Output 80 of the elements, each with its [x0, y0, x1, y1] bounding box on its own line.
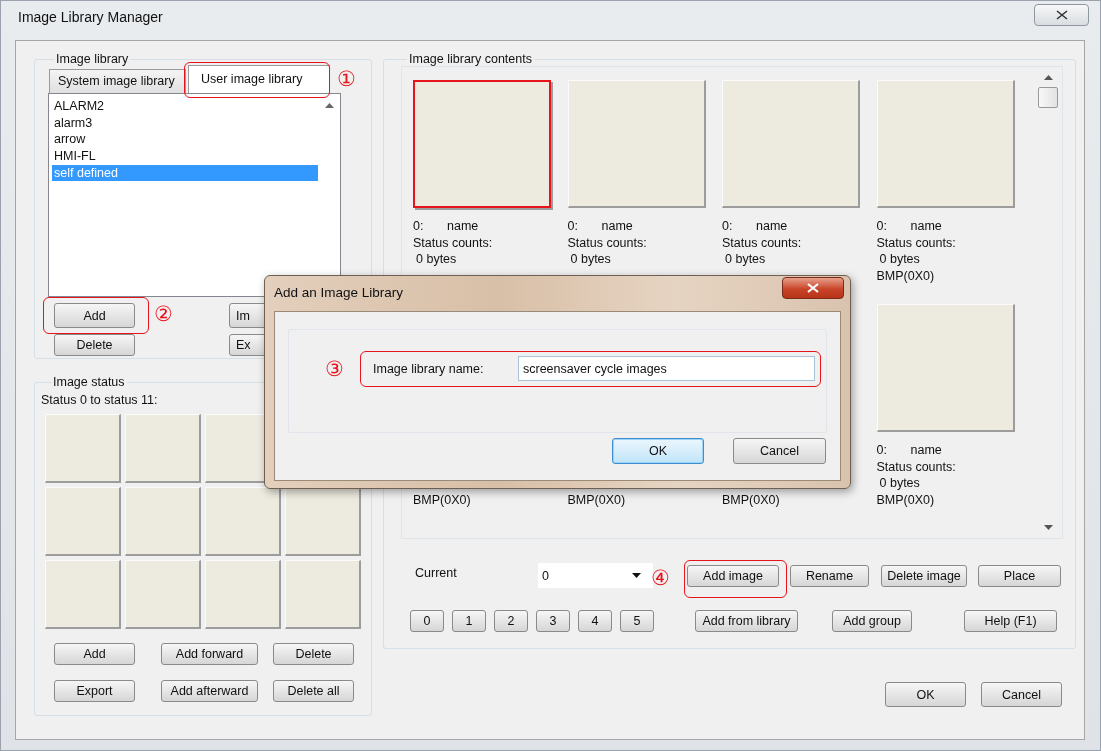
- push-button[interactable]: Delete: [273, 643, 354, 665]
- push-button[interactable]: Add: [54, 303, 135, 328]
- push-button[interactable]: Rename: [790, 564, 869, 587]
- format-label: BMP(0X0): [876, 493, 935, 508]
- caret-icon: [632, 573, 641, 578]
- index-label: 0:: [413, 218, 425, 235]
- scroll-up-icon: [324, 103, 334, 108]
- step-number: ①: [337, 67, 356, 91]
- push-button[interactable]: Delete image: [881, 564, 967, 587]
- current-label: Current: [415, 566, 458, 580]
- step-number: ③: [325, 357, 344, 381]
- name-label: name: [756, 219, 788, 233]
- push-button[interactable]: OK: [612, 438, 704, 464]
- push-button[interactable]: Help (F1): [964, 610, 1057, 632]
- group-title: Image status: [52, 375, 126, 389]
- push-button[interactable]: Delete all: [273, 680, 354, 702]
- name-label: name: [447, 219, 479, 233]
- push-button[interactable]: Place: [978, 564, 1061, 587]
- list-item[interactable]: arrow: [52, 131, 318, 149]
- push-button[interactable]: Add forward: [161, 643, 258, 665]
- push-button[interactable]: 4: [578, 610, 612, 632]
- name-label: name: [601, 219, 633, 233]
- status-label: Status counts:: [722, 235, 802, 250]
- list-item[interactable]: alarm3: [52, 114, 318, 132]
- push-button[interactable]: Delete: [54, 334, 135, 356]
- current-dropdown[interactable]: 0: [538, 563, 653, 588]
- name-label: name: [910, 219, 942, 233]
- field-label: Image library name:: [373, 361, 485, 376]
- status-label: Status counts:: [567, 235, 647, 250]
- push-button[interactable]: Cancel: [981, 682, 1062, 707]
- step-number: ②: [154, 302, 173, 326]
- scroll-thumb[interactable]: [1038, 87, 1058, 108]
- push-button[interactable]: Add afterward: [161, 680, 258, 702]
- size-label: 0 bytes: [879, 252, 920, 267]
- dialog-title: Add an Image Library: [274, 284, 405, 300]
- scroll-down-icon: [1043, 525, 1053, 530]
- list-item[interactable]: ALARM2: [52, 98, 318, 115]
- close-icon: [1055, 9, 1068, 20]
- push-button[interactable]: 0: [410, 610, 444, 632]
- format-label: BMP(0X0): [413, 493, 471, 508]
- size-label: 0 bytes: [416, 252, 457, 267]
- group-title: Image library contents: [408, 52, 533, 66]
- name-field[interactable]: screensaver cycle images: [518, 356, 815, 381]
- format-label: BMP(0X0): [567, 493, 626, 508]
- tab[interactable]: System image library: [49, 69, 186, 93]
- push-button[interactable]: 2: [494, 610, 528, 632]
- group-title: Image library: [55, 52, 130, 66]
- name-label: name: [910, 443, 942, 457]
- push-button[interactable]: 5: [620, 610, 654, 632]
- index-label: 0:: [876, 218, 888, 235]
- push-button[interactable]: 1: [452, 610, 486, 632]
- size-label: 0 bytes: [725, 252, 766, 267]
- list-item[interactable]: HMI-FL: [52, 148, 318, 165]
- scroll-up-icon: [1043, 75, 1053, 80]
- image-thumbnail[interactable]: [413, 80, 551, 208]
- caption-text: Status 0 to status 11:: [41, 393, 159, 409]
- close-icon: [807, 282, 819, 293]
- format-label: BMP(0X0): [722, 493, 780, 508]
- close-button[interactable]: [1034, 3, 1089, 26]
- push-button[interactable]: OK: [885, 682, 966, 707]
- status-label: Status counts:: [876, 235, 956, 250]
- index-label: 0:: [876, 442, 888, 459]
- size-label: 0 bytes: [570, 252, 611, 267]
- push-button[interactable]: Add group: [832, 610, 912, 632]
- close-button[interactable]: [782, 276, 844, 299]
- push-button[interactable]: Export: [54, 680, 135, 702]
- push-button[interactable]: Add from library: [695, 610, 798, 632]
- status-label: Status counts:: [413, 235, 493, 250]
- index-label: 0:: [567, 218, 579, 235]
- window-title: Image Library Manager: [18, 8, 164, 25]
- push-button[interactable]: Add image: [687, 564, 779, 587]
- step-number: ④: [651, 566, 670, 590]
- push-button[interactable]: 3: [536, 610, 570, 632]
- push-button[interactable]: Add: [54, 643, 135, 665]
- push-button[interactable]: Cancel: [733, 438, 826, 464]
- status-label: Status counts:: [876, 459, 956, 474]
- tab[interactable]: User image library: [188, 65, 330, 93]
- index-label: 0:: [722, 218, 734, 235]
- format-label: BMP(0X0): [876, 269, 935, 284]
- size-label: 0 bytes: [879, 476, 920, 491]
